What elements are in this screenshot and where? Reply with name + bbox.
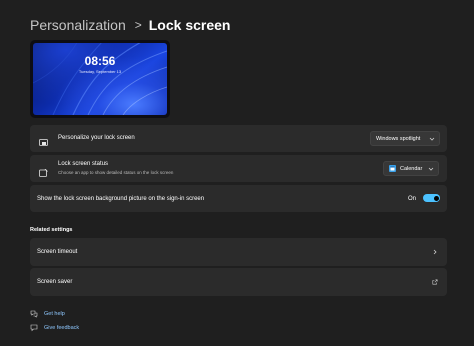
- toggle-knob: [433, 195, 439, 201]
- preview-date: Tuesday, September 13: [78, 69, 122, 74]
- lock-screen-status-value: Calendar: [400, 165, 423, 172]
- screen-saver-row[interactable]: Screen saver: [30, 268, 447, 296]
- personalize-lock-screen-value: Windows spotlight: [376, 135, 421, 142]
- personalize-lock-screen-dropdown[interactable]: Windows spotlight: [370, 131, 440, 146]
- breadcrumb-personalization[interactable]: Personalization: [30, 17, 126, 33]
- chevron-right-icon: [433, 249, 437, 255]
- breadcrumb-separator: >: [134, 18, 142, 32]
- lock-screen-status-row: Lock screen status Choose an app to show…: [30, 155, 447, 182]
- calendar-app-icon: [389, 165, 396, 172]
- lockscreen-monitor-icon: [39, 134, 48, 146]
- lock-screen-status-description: Choose an app to show detailed status on…: [58, 170, 174, 175]
- personalize-lock-screen-row: Personalize your lock screen Windows spo…: [30, 125, 447, 152]
- related-settings-heading: Related settings: [30, 227, 73, 233]
- breadcrumb: Personalization > Lock screen: [30, 14, 230, 36]
- feedback-icon: [30, 324, 38, 332]
- get-help-link[interactable]: Get help: [30, 309, 65, 319]
- signin-background-row: Show the lock screen background picture …: [30, 185, 447, 212]
- signin-background-label: Show the lock screen background picture …: [37, 196, 205, 202]
- lockscreen-status-icon: [39, 164, 48, 177]
- screen-timeout-row[interactable]: Screen timeout: [30, 238, 447, 266]
- give-feedback-text: Give feedback: [44, 325, 80, 331]
- preview-wallpaper: 08:56 Tuesday, September 13: [33, 43, 167, 115]
- screen-saver-label: Screen saver: [37, 279, 73, 285]
- screen-timeout-label: Screen timeout: [37, 249, 78, 255]
- chevron-down-icon: [428, 167, 434, 171]
- external-link-icon: [432, 279, 438, 285]
- lock-screen-preview: 08:56 Tuesday, September 13: [30, 40, 170, 118]
- lock-screen-status-label: Lock screen status: [58, 161, 109, 167]
- help-chat-icon: [30, 310, 38, 318]
- page-title: Lock screen: [148, 17, 231, 33]
- preview-time: 08:56: [84, 54, 116, 68]
- signin-background-state-label: On: [407, 196, 416, 202]
- chevron-down-icon: [429, 137, 435, 141]
- get-help-text: Get help: [44, 311, 65, 317]
- give-feedback-link[interactable]: Give feedback: [30, 323, 79, 333]
- personalize-lock-screen-label: Personalize your lock screen: [58, 135, 135, 141]
- lock-screen-status-dropdown[interactable]: Calendar: [383, 161, 439, 176]
- signin-background-toggle[interactable]: [423, 194, 440, 202]
